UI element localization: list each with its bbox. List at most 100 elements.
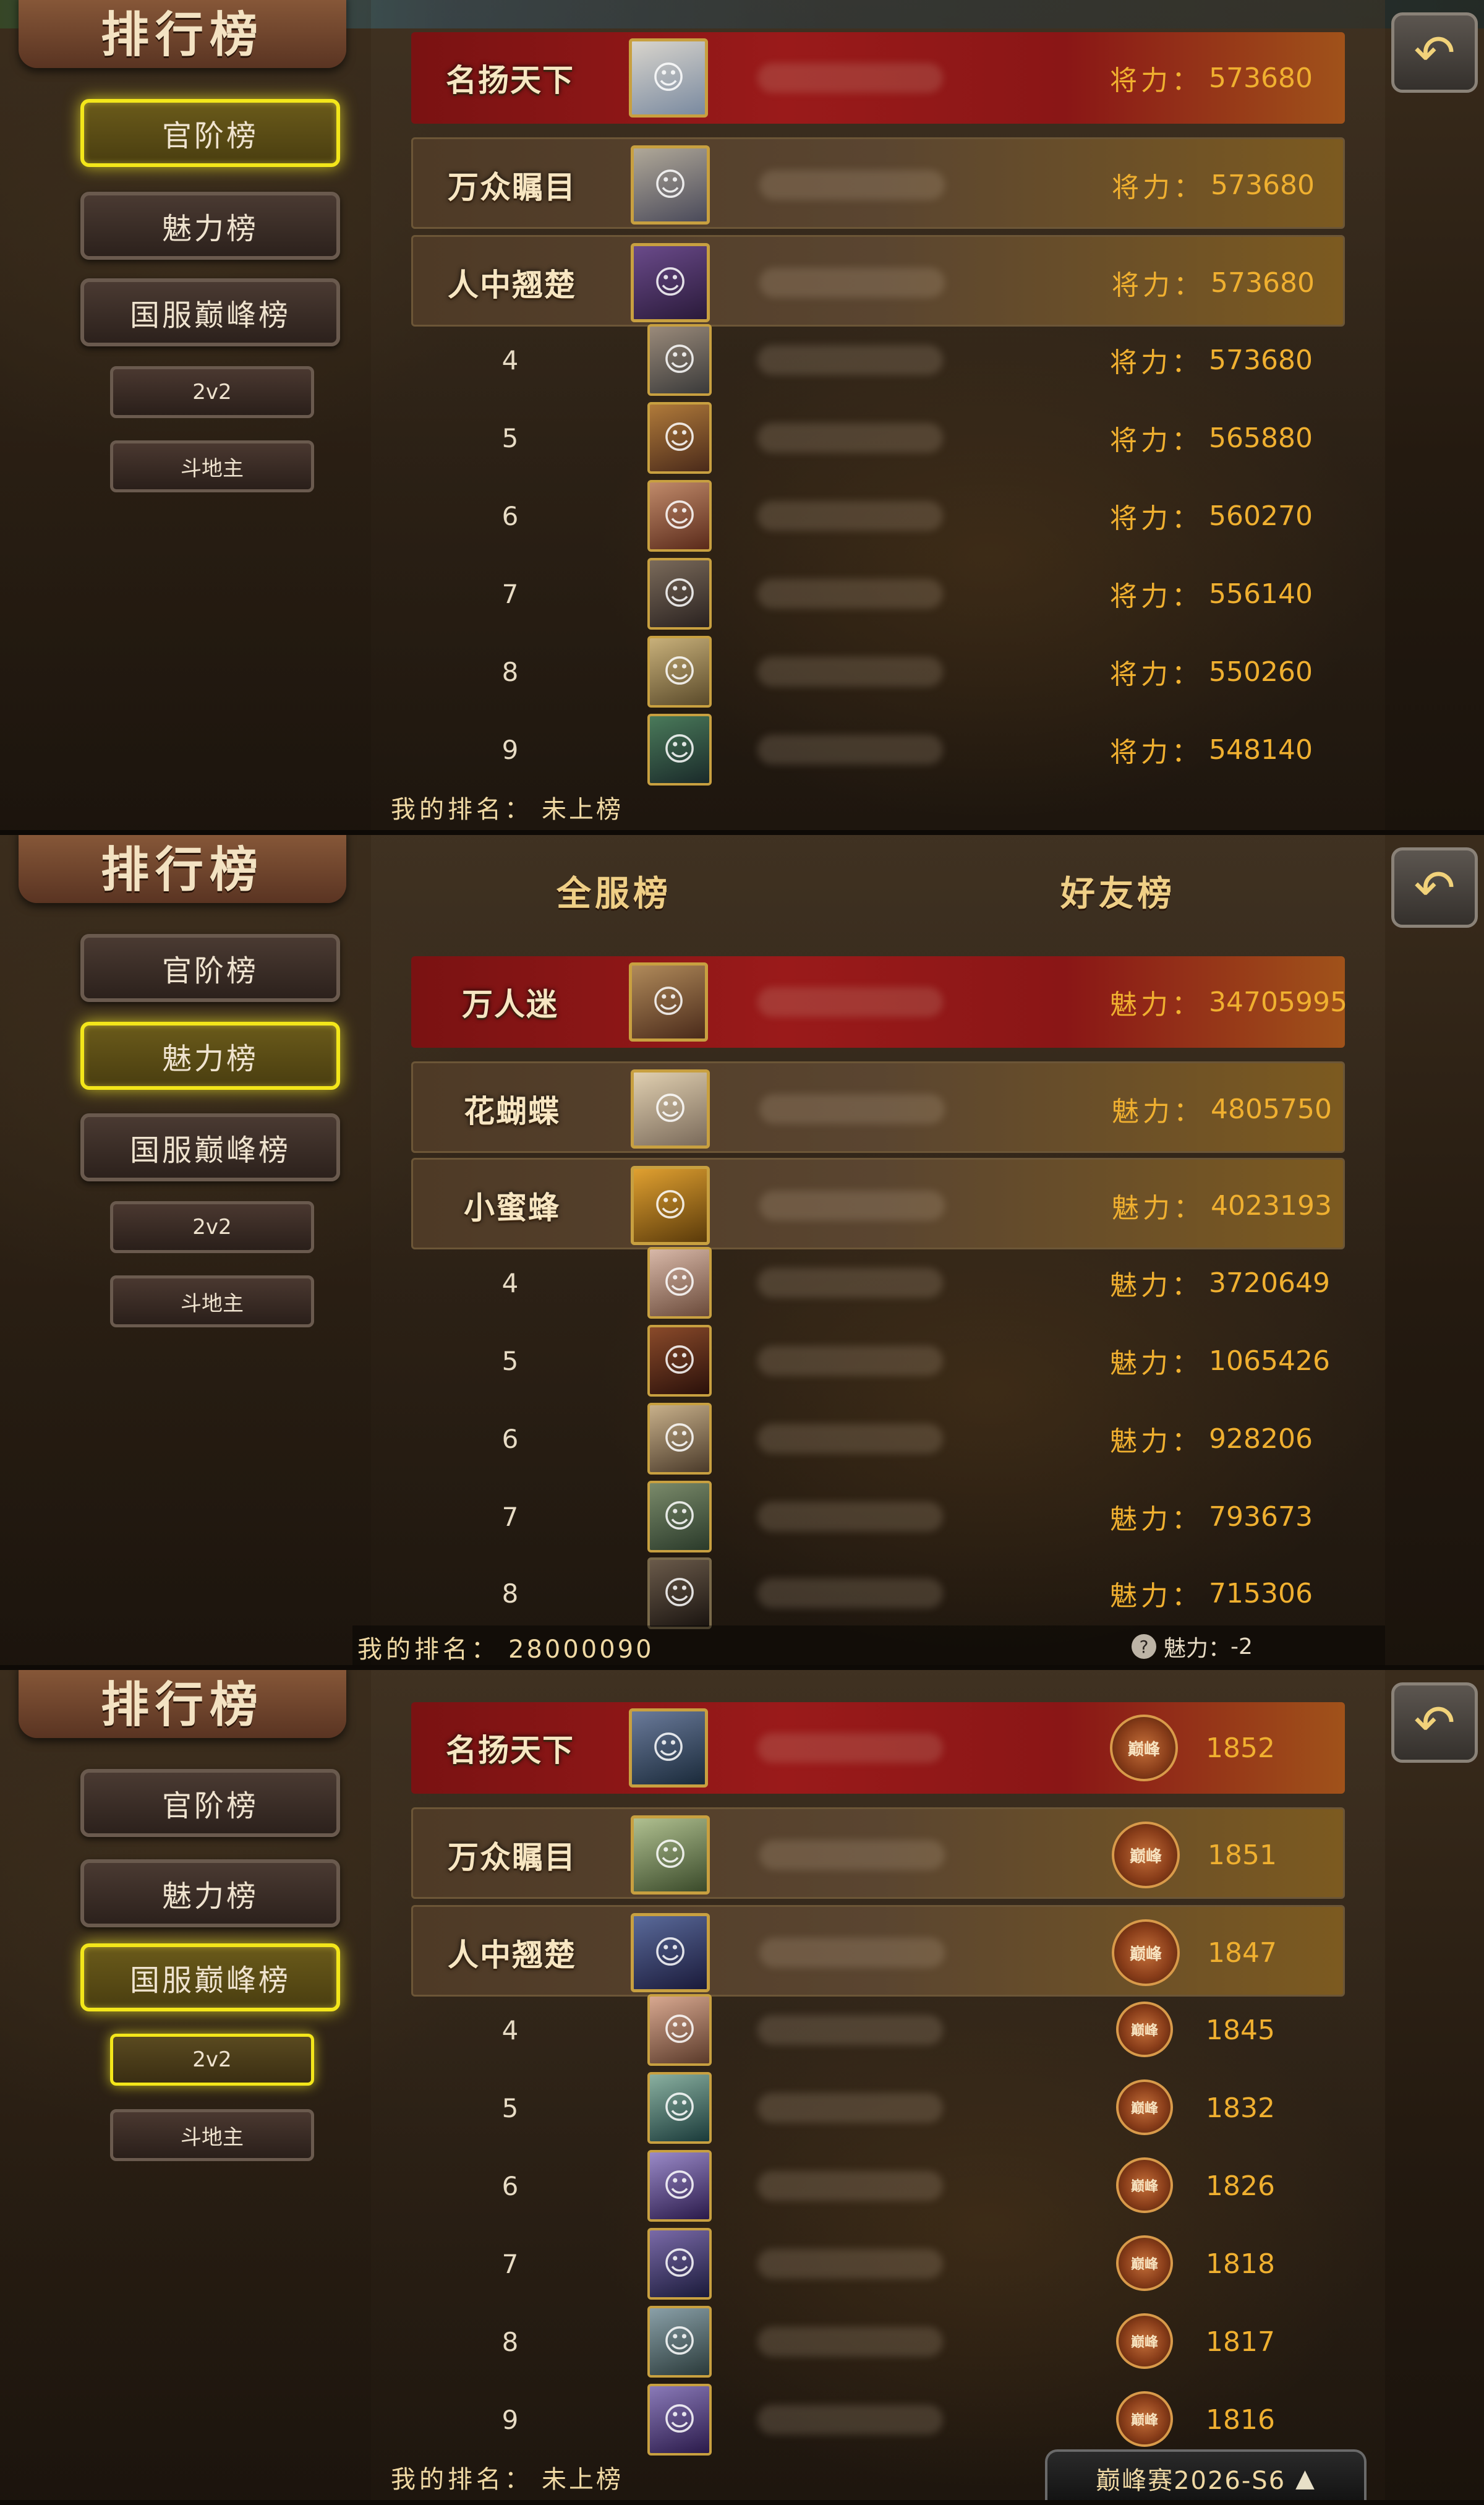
avatar: ☺	[647, 2150, 712, 2222]
avatar-icon: ☺	[653, 1187, 688, 1224]
my-charm-value: -2	[1230, 1634, 1253, 1659]
table-row[interactable]: 名扬天下 ☺ 巅峰 1852	[411, 1702, 1345, 1794]
table-row[interactable]: 9 ☺ 将力： 548140	[411, 704, 1345, 795]
ranking-panel-rank: 排行榜 官阶榜 魅力榜 国服巅峰榜 2v2 斗地主 ↶ 名扬天下 ☺ 将力： 57…	[0, 0, 1484, 835]
avatar: ☺	[647, 324, 712, 396]
sub-nav-landlord-button[interactable]: 斗地主	[110, 1275, 314, 1327]
avatar: ☺	[631, 1069, 710, 1149]
avatar-icon: ☺	[662, 2167, 697, 2204]
player-name-blurred	[757, 2249, 943, 2279]
player-name-blurred	[757, 2405, 943, 2434]
table-row[interactable]: 万人迷 ☺ 魅力： 34705995	[411, 956, 1347, 1048]
avatar: ☺	[631, 1913, 710, 1992]
avatar-icon: ☺	[651, 1729, 686, 1766]
back-button[interactable]: ↶	[1391, 1682, 1478, 1763]
rank-badge-silver: 花蝴蝶	[438, 1068, 586, 1150]
table-row[interactable]: 花蝴蝶 ☺ 魅力： 4805750	[411, 1061, 1345, 1153]
avatar-icon: ☺	[662, 341, 697, 379]
nav-peak-button[interactable]: 国服巅峰榜	[80, 1943, 340, 2011]
tab-friends[interactable]: 好友榜	[1060, 866, 1175, 916]
avatar-icon: ☺	[662, 2011, 697, 2049]
peak-tier-icon: 巅峰	[1116, 2002, 1173, 2057]
avatar-icon: ☺	[662, 497, 697, 534]
peak-tier-icon: 巅峰	[1116, 2157, 1173, 2213]
table-row[interactable]: 小蜜蜂 ☺ 魅力： 4023193	[411, 1158, 1345, 1249]
nav-peak-button[interactable]: 国服巅峰榜	[80, 278, 340, 346]
back-icon: ↶	[1414, 1694, 1456, 1752]
help-icon[interactable]: ?	[1132, 1634, 1156, 1659]
avatar: ☺	[647, 2228, 712, 2300]
avatar-icon: ☺	[662, 731, 697, 768]
peak-tier-icon: 巅峰	[1110, 1715, 1178, 1781]
back-icon: ↶	[1414, 24, 1456, 82]
rank-badge-bronze: 人中翘楚	[438, 1912, 586, 1993]
avatar: ☺	[647, 1994, 712, 2066]
power-value: 将力： 548140	[1110, 734, 1313, 769]
peak-score: 1852	[1206, 1732, 1275, 1764]
table-row[interactable]: 名扬天下 ☺ 将力： 573680	[411, 32, 1345, 124]
table-row[interactable]: 人中翘楚 ☺ 巅峰 1847	[411, 1905, 1345, 1997]
avatar-icon: ☺	[662, 2323, 697, 2360]
tab-server[interactable]: 全服榜	[556, 866, 672, 916]
player-name-blurred	[759, 268, 945, 298]
avatar: ☺	[647, 558, 712, 630]
table-row[interactable]: 人中翘楚 ☺ 将力： 573680	[411, 235, 1345, 327]
avatar-icon: ☺	[662, 2089, 697, 2126]
sidebar: 排行榜 官阶榜 魅力榜 国服巅峰榜 2v2 斗地主	[0, 835, 371, 1670]
avatar: ☺	[647, 1403, 712, 1475]
avatar: ☺	[631, 145, 710, 225]
peak-tier-icon: 巅峰	[1112, 1822, 1180, 1888]
player-name-blurred	[757, 657, 943, 687]
sub-nav-2v2-button[interactable]: 2v2	[110, 1201, 314, 1253]
player-name-blurred	[757, 1424, 943, 1454]
ranking-panel-peak: 排行榜 官阶榜 魅力榜 国服巅峰榜 2v2 斗地主 ↶ 名扬天下 ☺ 巅峰 18…	[0, 1670, 1484, 2505]
page-title: 排行榜	[19, 0, 346, 68]
charm-value: 魅力： 4805750	[1112, 1093, 1332, 1128]
sub-nav-landlord-button[interactable]: 斗地主	[110, 440, 314, 492]
avatar: ☺	[629, 962, 708, 1042]
sub-nav-landlord-button[interactable]: 斗地主	[110, 2109, 314, 2161]
nav-charm-button[interactable]: 魅力榜	[80, 192, 340, 260]
rank-badge-silver: 万众瞩目	[438, 1814, 586, 1896]
nav-charm-button[interactable]: 魅力榜	[80, 1859, 340, 1927]
season-label: 巅峰赛2026-S6	[1096, 2467, 1286, 2495]
rank-badge-bronze: 小蜜蜂	[438, 1165, 586, 1246]
rank-badge-gold: 万人迷	[436, 961, 584, 1043]
avatar-icon: ☺	[653, 166, 688, 203]
table-row[interactable]: 万众瞩目 ☺ 巅峰 1851	[411, 1807, 1345, 1899]
back-button[interactable]: ↶	[1391, 847, 1478, 928]
my-charm: ? 魅力： -2	[1132, 1630, 1253, 1663]
rank-badge-bronze: 人中翘楚	[438, 242, 586, 323]
avatar-icon: ☺	[651, 59, 686, 96]
peak-tier-icon: 巅峰	[1116, 2235, 1173, 2291]
nav-rank-button[interactable]: 官阶榜	[80, 934, 340, 1002]
table-row[interactable]: 万众瞩目 ☺ 将力： 573680	[411, 137, 1345, 229]
nav-rank-button[interactable]: 官阶榜	[80, 1769, 340, 1837]
charm-value: 魅力： 34705995	[1110, 986, 1347, 1021]
sub-nav-2v2-button[interactable]: 2v2	[110, 2034, 314, 2086]
sidebar: 排行榜 官阶榜 魅力榜 国服巅峰榜 2v2 斗地主	[0, 1670, 371, 2505]
nav-peak-button[interactable]: 国服巅峰榜	[80, 1113, 340, 1181]
nav-charm-button[interactable]: 魅力榜	[80, 1022, 340, 1090]
season-selector-button[interactable]: 巅峰赛2026-S6 ▲	[1045, 2449, 1367, 2505]
avatar: ☺	[647, 1325, 712, 1397]
back-button[interactable]: ↶	[1391, 12, 1478, 93]
sub-nav-2v2-button[interactable]: 2v2	[110, 366, 314, 418]
player-name-blurred	[757, 579, 943, 609]
player-name-blurred	[757, 345, 943, 375]
my-charm-label: 魅力：	[1164, 1636, 1231, 1661]
player-name-blurred	[757, 735, 943, 764]
avatar-icon: ☺	[662, 575, 697, 612]
avatar-icon: ☺	[662, 1498, 697, 1535]
nav-rank-button[interactable]: 官阶榜	[80, 99, 340, 167]
player-name-blurred	[757, 501, 943, 531]
triangle-up-icon: ▲	[1295, 2464, 1316, 2493]
my-rank: 我的排名： 未上榜	[391, 2465, 623, 2494]
player-name-blurred	[757, 1733, 943, 1763]
peak-score: 1851	[1208, 1839, 1277, 1871]
power-value: 将力： 573680	[1110, 62, 1313, 97]
player-name-blurred	[757, 2171, 943, 2201]
avatar-icon: ☺	[662, 2245, 697, 2282]
player-name-blurred	[759, 1840, 945, 1870]
avatar: ☺	[631, 1815, 710, 1895]
